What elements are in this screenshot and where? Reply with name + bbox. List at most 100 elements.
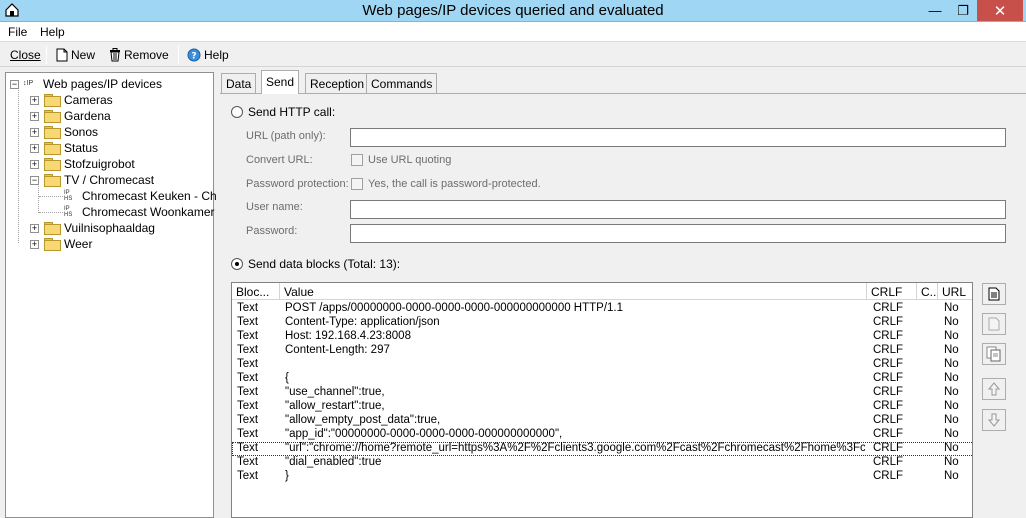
folder-icon [44,110,61,123]
trash-icon [110,48,120,62]
folder-open-icon [44,174,61,187]
use-url-quoting-checkbox[interactable] [351,154,363,166]
expand-icon[interactable]: + [30,159,39,169]
tab-reception[interactable]: Reception [305,73,370,93]
tab-send[interactable]: Send [261,70,300,94]
folder-icon [44,158,61,171]
tab-data[interactable]: Data [221,73,257,93]
table-row[interactable]: Text {CRLF No [232,372,972,386]
url-input[interactable] [350,128,1006,147]
help-button[interactable]: ? Help [187,47,229,63]
edit-document-icon [988,317,1000,331]
send-data-blocks-radio[interactable] [231,258,243,270]
collapse-icon[interactable]: − [10,79,19,89]
restore-button[interactable]: ❐ [949,0,977,21]
cell-value: "allow_empty_post_data":true, [285,414,441,426]
tree-folder-tv-chromecast[interactable]: − TV / Chromecast [30,172,154,188]
column-header-value[interactable]: Value [280,283,867,300]
cell-url: No [944,456,959,468]
column-header-c[interactable]: C... [917,283,938,300]
cell-value: Content-Type: application/json [285,316,440,328]
cell-url: No [944,470,959,482]
expand-icon[interactable]: + [30,223,39,233]
cell-crlf: CRLF [873,470,904,482]
cell-block-type: Text [237,302,259,314]
convert-url-label: Convert URL: [246,154,313,166]
table-row[interactable]: Text "use_channel":true, CRLF No [232,386,972,400]
move-down-button[interactable] [982,409,1006,431]
tree-folder-label: Sonos [64,125,99,139]
new-button[interactable]: New [56,47,95,63]
menu-file[interactable]: File [8,25,27,39]
menu-help[interactable]: Help [40,25,65,39]
column-header-crlf[interactable]: CRLF [867,283,917,300]
password-input[interactable] [350,224,1006,243]
tree-folder-cameras[interactable]: + Cameras [30,92,113,108]
tree-folder-label: Weer [64,237,93,251]
expand-icon[interactable]: + [30,239,39,249]
cell-crlf: CRLF [873,302,904,314]
expand-icon[interactable]: + [30,127,39,137]
window-close-button[interactable]: ✕ [977,0,1023,21]
cell-crlf: CRLF [873,372,904,384]
password-protected-checkbox[interactable] [351,178,363,190]
toolbar-separator [46,46,47,64]
collapse-icon[interactable]: − [30,175,39,185]
tab-commands[interactable]: Commands [366,73,438,93]
table-row[interactable]: Text "url":"chrome://home?remote_url=http… [232,442,972,456]
data-blocks-grid[interactable]: Bloc... Value CRLF C... URL Text POST /ap… [231,282,973,518]
minimize-button[interactable]: — [921,0,949,21]
cell-crlf: CRLF [873,428,904,440]
ip-device-icon: IP HS [64,190,73,202]
table-row[interactable]: Text POST /apps/00000000-0000-0000-0000-0… [232,302,972,316]
expand-icon[interactable]: + [30,95,39,105]
tree-folder-vuilnisophaaldag[interactable]: + Vuilnisophaaldag [30,220,155,236]
new-block-button[interactable] [982,283,1006,305]
edit-block-button[interactable] [982,313,1006,335]
remove-button[interactable]: Remove [109,47,169,63]
minimize-icon: — [928,3,942,18]
table-row[interactable]: Text Host: 192.168.4.23:8008 CRLF No [232,330,972,344]
table-row[interactable]: Text "allow_empty_post_data":true, CRLF No [232,414,972,428]
copy-block-button[interactable] [982,343,1006,365]
close-button[interactable]: Close [10,47,41,63]
folder-icon [44,126,61,139]
grid-header: Bloc... Value CRLF C... URL [232,283,972,300]
cell-block-type: Text [237,456,259,468]
table-row[interactable]: Text Content-Type: application/json CRLF No [232,316,972,330]
table-row[interactable]: Text CRLF No [232,358,972,372]
send-http-label: Send HTTP call: [248,105,336,119]
tree-folder-weer[interactable]: + Weer [30,236,92,252]
cell-crlf: CRLF [873,330,904,342]
new-button-label: New [71,48,96,62]
tree-folder-label: Cameras [64,93,113,107]
folder-icon [44,142,61,155]
tree-folder-stofzuigrobot[interactable]: + Stofzuigrobot [30,156,135,172]
password-protected-label: Yes, the call is password-protected. [368,178,541,190]
table-row[interactable]: Text} CRLF No [232,470,972,484]
device-tree[interactable]: − ↕IP Web pages/IP devices + Cameras + G… [5,72,227,518]
tree-root[interactable]: − ↕IP Web pages/IP devices [10,76,162,92]
expand-icon[interactable]: + [30,143,39,153]
tree-root-label: Web pages/IP devices [43,77,162,91]
username-input[interactable] [350,200,1006,219]
table-row[interactable]: Text "app_id":"00000000-0000-0000-0000-00… [232,428,972,442]
tree-folder-status[interactable]: + Status [30,140,98,156]
tree-device-label: Chromecast Woonkamer - [82,205,222,219]
tree-folder-sonos[interactable]: + Sonos [30,124,98,140]
column-header-block[interactable]: Bloc... [232,283,280,300]
column-header-url[interactable]: URL [938,283,972,300]
send-http-radio[interactable] [231,106,243,118]
table-row[interactable]: Text "allow_restart":true, CRLF No [232,400,972,414]
toolbar-separator [178,46,179,64]
expand-icon[interactable]: + [30,111,39,121]
table-row[interactable]: Text Content-Length: 297 CRLF No [232,344,972,358]
tree-device-chromecast-woonkamer[interactable]: IP HS Chromecast Woonkamer - [64,204,222,220]
document-icon [988,287,1000,301]
move-up-button[interactable] [982,378,1006,400]
tree-line [18,87,19,243]
tree-device-chromecast-keuken[interactable]: IP HS Chromecast Keuken - Chro [64,188,227,204]
table-row[interactable]: Text "dial_enabled":true CRLF No [232,456,972,470]
cell-crlf: CRLF [873,386,904,398]
tree-folder-gardena[interactable]: + Gardena [30,108,111,124]
